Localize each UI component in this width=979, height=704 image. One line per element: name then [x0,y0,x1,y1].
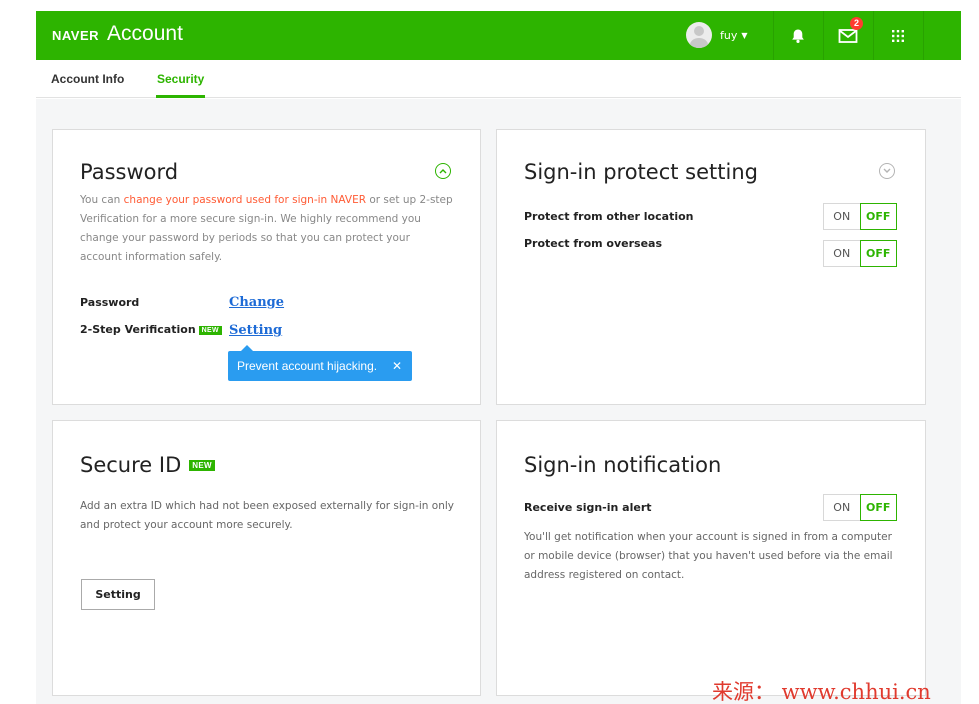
toggle-on-option[interactable]: ON [824,204,860,229]
apps-grid-icon [892,29,904,42]
change-password-highlight: change your password used for sign-in NA… [123,194,367,206]
protect-other-location-toggle[interactable]: ON OFF [823,203,897,230]
toggle-off-option[interactable]: OFF [859,494,897,521]
secure-id-setting-button[interactable]: Setting [81,579,155,610]
signin-protect-card: Sign-in protect setting Protect from oth… [496,129,926,405]
tab-security[interactable]: Security [155,72,206,98]
bell-icon-button[interactable] [773,11,823,60]
mail-count-badge: 2 [850,17,863,30]
user-menu[interactable]: fuy ▼ [686,22,748,48]
desc-text: You can [80,194,124,206]
naver-account-logo[interactable]: NAVER Account [52,22,183,46]
header-divider [923,11,924,60]
tab-account-info[interactable]: Account Info [51,72,124,86]
signin-notification-description: You'll get notification when your accoun… [524,531,893,581]
security-content: Password You can change your password us… [36,99,961,704]
protect-overseas-toggle[interactable]: ON OFF [823,240,897,267]
change-password-link[interactable]: Change [229,295,284,310]
secure-id-title: Secure ID NEW [80,453,215,477]
top-header-bar: NAVER Account fuy ▼ 2 [36,11,961,60]
protect-other-location-label: Protect from other location [524,210,694,223]
toggle-on-option[interactable]: ON [824,241,860,266]
toggle-on-option[interactable]: ON [824,495,860,520]
password-card: Password You can change your password us… [52,129,481,405]
chevron-down-icon: ▼ [741,30,748,40]
new-badge: NEW [189,460,215,471]
mail-icon-button[interactable]: 2 [823,11,873,60]
protect-overseas-label: Protect from overseas [524,237,663,250]
hijacking-tooltip: Prevent account hijacking. ✕ [228,345,412,381]
receive-alert-toggle[interactable]: ON OFF [823,494,897,521]
password-label: Password [80,296,140,309]
close-icon[interactable]: ✕ [392,359,402,373]
receive-alert-label: Receive sign-in alert [524,501,652,514]
signin-notification-card: Sign-in notification Receive sign-in ale… [496,420,926,696]
new-badge: NEW [198,326,222,335]
secure-id-title-text: Secure ID [80,453,182,477]
two-step-label: 2-Step Verification NEW [80,323,222,336]
two-step-label-text: 2-Step Verification [80,323,196,336]
tooltip-text: Prevent account hijacking. [237,359,378,373]
collapse-chevron-up-icon[interactable] [435,163,451,179]
naver-brand: NAVER [52,28,100,43]
signin-protect-title: Sign-in protect setting [524,160,758,184]
bell-icon [792,29,804,43]
chevron-up-icon [439,169,447,174]
toggle-off-option[interactable]: OFF [859,203,897,230]
secure-id-card: Secure ID NEW Add an extra ID which had n… [52,420,481,696]
source-watermark: 来源： www.chhui.cn [712,680,931,704]
user-name: fuy [720,28,738,42]
expand-chevron-down-icon[interactable] [879,163,895,179]
password-description: You can change your password used for si… [80,191,454,267]
avatar [686,22,712,48]
account-tabs: Account Info Security [36,60,961,98]
apps-grid-button[interactable] [873,11,923,60]
secure-id-description: Add an extra ID which had not been expos… [80,500,455,531]
two-step-setting-link[interactable]: Setting [229,323,282,338]
signin-notification-title: Sign-in notification [524,453,722,477]
password-card-title: Password [80,160,179,184]
chevron-down-icon [883,168,891,173]
account-title: Account [107,22,183,45]
toggle-off-option[interactable]: OFF [859,240,897,267]
